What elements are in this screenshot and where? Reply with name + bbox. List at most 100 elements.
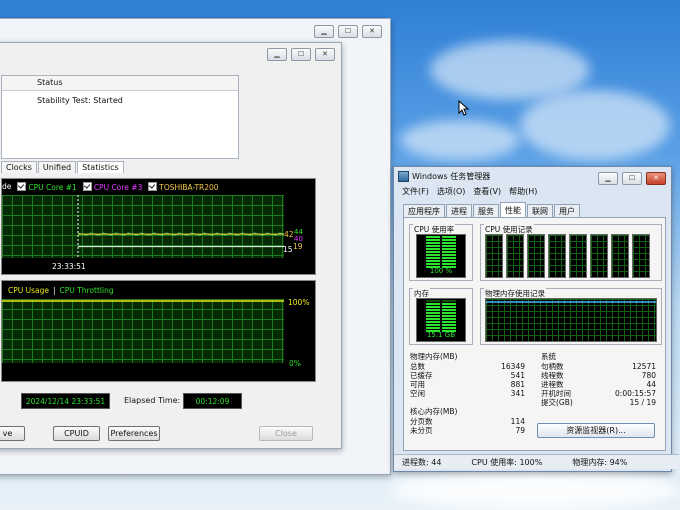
cpu-history-graph [506, 234, 524, 278]
stats-row: 分页数 114 [410, 417, 525, 426]
tab-applications[interactable]: 应用程序 [403, 204, 445, 218]
close-button[interactable]: Close [259, 426, 313, 441]
status-list-header: Status [2, 76, 238, 91]
close-button[interactable]: ✕ [362, 25, 382, 38]
legend-item[interactable]: CPU Core #3 [82, 182, 142, 192]
meter-segment [426, 248, 440, 250]
cpuid-button[interactable]: CPUID [53, 426, 100, 441]
menu-help[interactable]: 帮助(H) [509, 186, 537, 198]
meter-segment [426, 306, 440, 308]
tab-users[interactable]: 用户 [554, 204, 580, 218]
graph-legend: de CPU Core #1 CPU Core #3 TOSHIBA-TR200 [2, 182, 219, 192]
stats-value: 0:00:15:57 [615, 389, 656, 398]
kernel-memory-stats: 核心内存(MB) 分页数 114 未分页 79 [410, 406, 525, 435]
cpu-usage-bar [426, 236, 456, 268]
physical-memory-stats: 物理内存(MB) 总数 16349 已缓存 541 可用 881 空闲 341 [410, 351, 525, 398]
memory-history-line [486, 301, 656, 303]
memory-history-group: 物理内存使用记录 [480, 288, 662, 345]
temperature-plot-svg [77, 195, 284, 258]
window-title: Windows 任务管理器 [398, 171, 490, 182]
stats-row: 线程数 780 [541, 371, 656, 380]
meter-segment [442, 236, 456, 238]
meter-segment [442, 312, 456, 314]
min-percent-label: 0% [289, 359, 301, 368]
maximize-button[interactable]: ☐ [622, 172, 642, 185]
window-controls: ▁ ☐ ✕ [267, 48, 335, 61]
start-time-value: 2024/12/14 23:33:51 [21, 393, 110, 409]
meter-segment [426, 318, 440, 320]
meter-segment [426, 321, 440, 323]
close-button[interactable]: ✕ [315, 48, 335, 61]
cpu-usage-plot-area [2, 299, 284, 363]
checkbox-icon[interactable] [17, 182, 27, 191]
stats-value: 541 [510, 371, 525, 380]
stats-row: 进程数 44 [541, 380, 656, 389]
stats-value: 44 [646, 380, 656, 389]
legend-item[interactable]: TOSHIBA-TR200 [148, 182, 219, 192]
maximize-button[interactable]: ☐ [291, 48, 311, 61]
stats-label: 总数 [410, 362, 425, 371]
close-button[interactable]: ✕ [646, 172, 666, 185]
performance-panel: CPU 使用率 100 % CPU 使用记录 内存 15.1 GB 物理内存使用… [403, 217, 666, 451]
stability-test-window: ▁ ☐ ✕ Status Stability Test: Started Clo… [0, 42, 342, 449]
cpu-usage-group: CPU 使用率 100 % [409, 224, 473, 281]
cpu-history-graph [485, 234, 503, 278]
meter-segment [442, 300, 456, 302]
legend-item[interactable]: de [2, 182, 11, 192]
stats-caption: 核心内存(MB) [410, 407, 458, 416]
menu-options[interactable]: 选项(O) [437, 186, 466, 198]
tab-processes[interactable]: 进程 [446, 204, 472, 218]
tab-unified[interactable]: Unified [37, 161, 77, 173]
value-label: 42 [284, 230, 294, 239]
memory-history-graph [485, 298, 657, 342]
resource-monitor-button[interactable]: 资源监视器(R)... [537, 423, 655, 438]
meter-segment [426, 242, 440, 244]
legend-item[interactable]: CPU Core #1 [17, 182, 77, 192]
status-column-header[interactable]: Status [37, 78, 63, 87]
meter-segment [426, 315, 440, 317]
cpu-history-graph [632, 234, 650, 278]
tab-services[interactable]: 服务 [473, 204, 499, 218]
preferences-button[interactable]: Preferences [108, 426, 160, 441]
stats-row: 可用 881 [410, 380, 525, 389]
tab-performance[interactable]: 性能 [500, 202, 526, 218]
checkbox-icon[interactable] [148, 182, 158, 191]
legend-label: de [2, 182, 12, 191]
cpu-history-graph [611, 234, 629, 278]
save-button[interactable]: ve [0, 426, 25, 441]
meter-segment [426, 245, 440, 247]
stats-label: 提交(GB) [541, 398, 573, 407]
tab-statistics[interactable]: Statistics [77, 161, 124, 173]
meter-segment [442, 303, 456, 305]
stats-value: 881 [510, 380, 525, 389]
value-label: 19 [293, 242, 303, 251]
menu-file[interactable]: 文件(F) [402, 186, 429, 198]
meter-segment [426, 324, 440, 326]
menu-view[interactable]: 查看(V) [473, 186, 501, 198]
minimize-button[interactable]: ▁ [598, 172, 618, 185]
status-processes: 进程数: 44 [402, 457, 442, 467]
meter-segment [426, 327, 440, 329]
tab-clocks[interactable]: Clocks [1, 161, 37, 173]
maximize-button[interactable]: ☐ [338, 25, 358, 38]
elapsed-time-value: 00:12:09 [183, 393, 242, 409]
max-percent-label: 100% [288, 298, 310, 307]
checkbox-icon[interactable] [82, 182, 92, 191]
cpu-usage-meter: 100 % [416, 234, 466, 278]
system-stats: 系统 句柄数 12571 线程数 780 进程数 44 开机时间 0:00:15:57 … [541, 351, 656, 407]
legend-separator: | [53, 286, 56, 295]
minimize-button[interactable]: ▁ [314, 25, 334, 38]
status-memory: 物理内存: 94% [572, 457, 628, 467]
meter-segment [442, 245, 456, 247]
tab-networking[interactable]: 联网 [527, 204, 553, 218]
stats-value: 79 [515, 426, 525, 435]
minimize-button[interactable]: ▁ [267, 48, 287, 61]
meter-segment [442, 321, 456, 323]
status-row: Stability Test: Started [37, 96, 123, 105]
cpu-history-graph [548, 234, 566, 278]
legend-label: TOSHIBA-TR200 [159, 183, 219, 192]
cloud [430, 40, 590, 100]
memory-bar [426, 300, 456, 332]
task-manager-icon [398, 171, 409, 182]
temperature-graph: de CPU Core #1 CPU Core #3 TOSHIBA-TR200… [1, 178, 316, 275]
